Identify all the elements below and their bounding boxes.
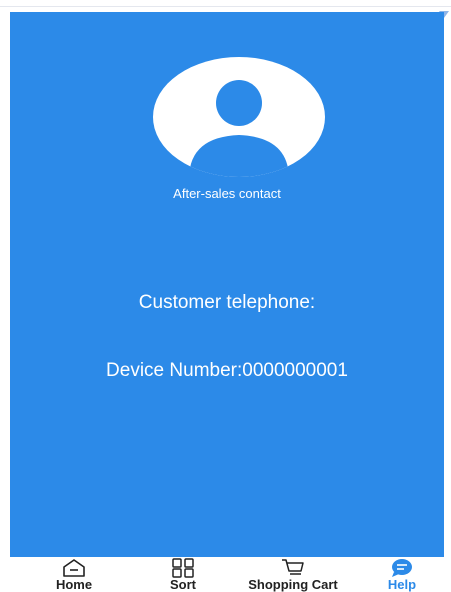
tab-sort-label: Sort (170, 577, 196, 592)
customer-telephone-label: Customer telephone: (138, 292, 316, 313)
chat-bubble-icon (392, 559, 412, 577)
cart-icon (282, 559, 304, 575)
grid-icon (172, 558, 194, 578)
top-divider (0, 6, 451, 7)
home-icon (63, 559, 85, 577)
tab-home[interactable]: Home (44, 557, 104, 592)
after-sales-caption: After-sales contact (173, 186, 281, 201)
tab-help-label: Help (387, 577, 417, 592)
tab-home-label: Home (55, 577, 93, 592)
bottom-tab-bar: Home Sort Shopping Cart Help (10, 557, 444, 592)
help-panel: After-sales contact Customer telephone: … (10, 12, 444, 557)
tab-shopping-cart-label: Shopping Cart (248, 577, 338, 592)
tab-sort[interactable]: Sort (153, 557, 213, 592)
avatar (153, 57, 325, 177)
device-number-label: Device Number:0000000001 (106, 360, 348, 381)
tab-help[interactable]: Help (372, 557, 432, 592)
tab-shopping-cart[interactable]: Shopping Cart (232, 557, 354, 592)
person-icon (189, 80, 289, 177)
